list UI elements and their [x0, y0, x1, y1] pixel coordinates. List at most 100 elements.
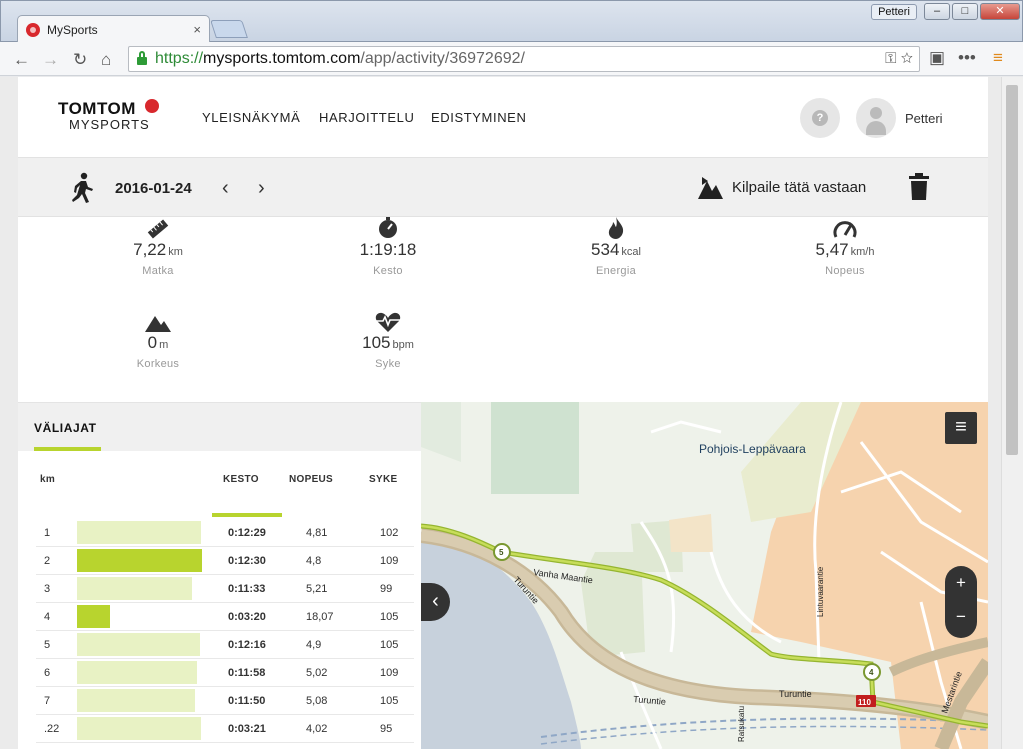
split-duration-bar	[77, 661, 197, 684]
map-road-turuntie-3: Turuntie	[779, 689, 812, 699]
browser-tab-mysports[interactable]: MySports ×	[17, 15, 210, 43]
splits-panel: VÄLIAJAT km KESTO NOPEUS SYKE 1 0:12:29 4,…	[18, 402, 421, 749]
split-nopeus: 5,21	[306, 583, 328, 595]
stat-duration-value: 1:19:18	[359, 240, 417, 259]
table-row[interactable]: 6 0:11:58 5,02 109	[36, 659, 414, 687]
logo-product: MYSPORTS	[69, 117, 150, 132]
split-kesto: 0:11:50	[228, 695, 266, 707]
maximize-button[interactable]: □	[952, 3, 978, 20]
table-row[interactable]: 5 0:12:16 4,9 105	[36, 631, 414, 659]
stat-heart-rate: 105 bpm Syke	[288, 310, 488, 370]
stat-heart-rate-unit: bpm	[392, 339, 414, 351]
split-duration-bar	[77, 577, 192, 600]
flame-icon	[516, 217, 716, 239]
mysports-page: TOMTOM MYSPORTS YLEISNÄKYMÄ HARJOITTELU …	[18, 77, 988, 749]
nav-edistyminen[interactable]: EDISTYMINEN	[431, 110, 526, 125]
back-arrow-icon[interactable]: ←	[13, 50, 30, 70]
route-map[interactable]: Pohjois-Leppävaara Vanha Maantie Turunti…	[421, 402, 988, 749]
stat-elevation-label: Korkeus	[136, 358, 180, 370]
map-road-ratsukatu: Ratsukatu	[737, 706, 746, 742]
stat-duration-label: Kesto	[373, 265, 403, 277]
column-header-kesto[interactable]: KESTO	[223, 474, 259, 485]
browser-titlebar: MySports × Petteri ‒ □ ✕	[0, 0, 1023, 43]
split-syke: 109	[380, 667, 399, 679]
column-header-nopeus[interactable]: NOPEUS	[289, 474, 333, 485]
stat-energy-label: Energia	[595, 265, 636, 277]
split-duration-bar	[77, 521, 201, 544]
zoom-in-button[interactable]: +	[945, 566, 977, 602]
table-row[interactable]: .22 0:03:21 4,02 95	[36, 715, 414, 743]
activity-date: 2016-01-24	[115, 180, 192, 197]
star-bookmark-icon[interactable]: ⚿ ☆	[885, 50, 913, 67]
trash-icon[interactable]	[908, 173, 930, 201]
column-header-syke[interactable]: SYKE	[369, 474, 397, 485]
more-extensions-icon[interactable]: •••	[958, 48, 976, 68]
home-icon[interactable]: ⌂	[101, 50, 111, 70]
tab-active-indicator	[34, 447, 101, 451]
race-against-button[interactable]: Kilpaile tätä vastaan	[732, 179, 866, 196]
map-canvas: Pohjois-Leppävaara Vanha Maantie Turunti…	[421, 402, 988, 749]
zoom-control: + −	[945, 566, 977, 638]
split-km: .22	[44, 723, 60, 735]
logo-brand[interactable]: TOMTOM	[58, 99, 136, 119]
map-road-number: 110	[858, 698, 871, 707]
ruler-icon	[58, 217, 258, 239]
previous-activity-chevron-icon[interactable]: ‹	[222, 177, 229, 200]
chrome-menu-icon[interactable]: ≡	[993, 48, 1003, 68]
page-scrollbar[interactable]	[1001, 77, 1023, 749]
stat-distance-label: Matka	[142, 265, 174, 277]
close-window-button[interactable]: ✕	[980, 3, 1020, 20]
table-row[interactable]: 3 0:11:33 5,21 99	[36, 575, 414, 603]
scrollbar-thumb[interactable]	[1006, 85, 1018, 455]
stat-energy-unit: kcal	[621, 246, 641, 258]
split-duration-bar	[77, 689, 195, 712]
table-row[interactable]: 7 0:11:50 5,08 105	[36, 687, 414, 715]
split-syke: 109	[380, 555, 399, 567]
race-flag-icon	[698, 177, 723, 199]
browser-profile-button[interactable]: Petteri	[871, 4, 917, 20]
split-kesto: 0:03:20	[228, 611, 266, 623]
username[interactable]: Petteri	[905, 111, 943, 126]
heart-rate-icon	[288, 310, 488, 332]
split-km: 4	[44, 611, 51, 623]
nav-harjoittelu[interactable]: HARJOITTELU	[319, 110, 414, 125]
table-row[interactable]: 4 0:03:20 18,07 105	[36, 603, 414, 631]
url-scheme: https://	[155, 50, 204, 67]
split-nopeus: 4,9	[306, 639, 322, 651]
forward-arrow-icon[interactable]: →	[42, 50, 59, 70]
table-row[interactable]: 1 0:12:29 4,81 102	[36, 519, 414, 547]
split-kesto: 0:12:30	[228, 555, 266, 567]
minimize-button[interactable]: ‒	[924, 3, 950, 20]
split-nopeus: 5,02	[306, 667, 328, 679]
split-nopeus: 18,07	[306, 611, 334, 623]
stat-elevation-value: 0	[147, 333, 158, 352]
split-km: 3	[44, 583, 51, 595]
split-nopeus: 5,08	[306, 695, 328, 707]
map-road-lintuvaarantie: Lintuvaarantie	[816, 566, 825, 617]
zoom-out-button[interactable]: −	[945, 602, 977, 638]
avatar[interactable]	[856, 98, 896, 138]
extension-icon[interactable]: ▣	[929, 48, 945, 68]
help-button[interactable]: ?	[800, 98, 840, 138]
tab-close-icon[interactable]: ×	[193, 22, 201, 37]
stat-speed-value: 5,47	[815, 240, 849, 259]
tab-valiajat[interactable]: VÄLIAJAT	[34, 421, 97, 435]
stopwatch-icon	[288, 217, 488, 239]
next-activity-chevron-icon[interactable]: ›	[258, 177, 265, 200]
split-duration-bar	[77, 717, 201, 740]
stat-speed-unit: km/h	[850, 246, 875, 258]
site-header: TOMTOM MYSPORTS YLEISNÄKYMÄ HARJOITTELU …	[18, 77, 988, 157]
nav-yleisnakyma[interactable]: YLEISNÄKYMÄ	[202, 110, 300, 125]
table-row[interactable]: 2 0:12:30 4,8 109	[36, 547, 414, 575]
split-km: 2	[44, 555, 51, 567]
stat-energy-value: 534	[591, 240, 620, 259]
map-layers-menu-icon[interactable]: ≡	[945, 412, 977, 444]
split-kesto: 0:11:33	[228, 583, 266, 595]
address-bar[interactable]: https://mysports.tomtom.com/app/activity…	[128, 46, 920, 72]
split-syke: 105	[380, 695, 399, 707]
new-tab-button[interactable]	[210, 20, 248, 38]
activity-bar: 2016-01-24 ‹ › Kilpaile tätä vastaan	[18, 157, 988, 217]
reload-icon[interactable]: ↻	[73, 50, 87, 70]
stat-elevation-unit: m	[159, 339, 169, 351]
split-km: 6	[44, 667, 51, 679]
